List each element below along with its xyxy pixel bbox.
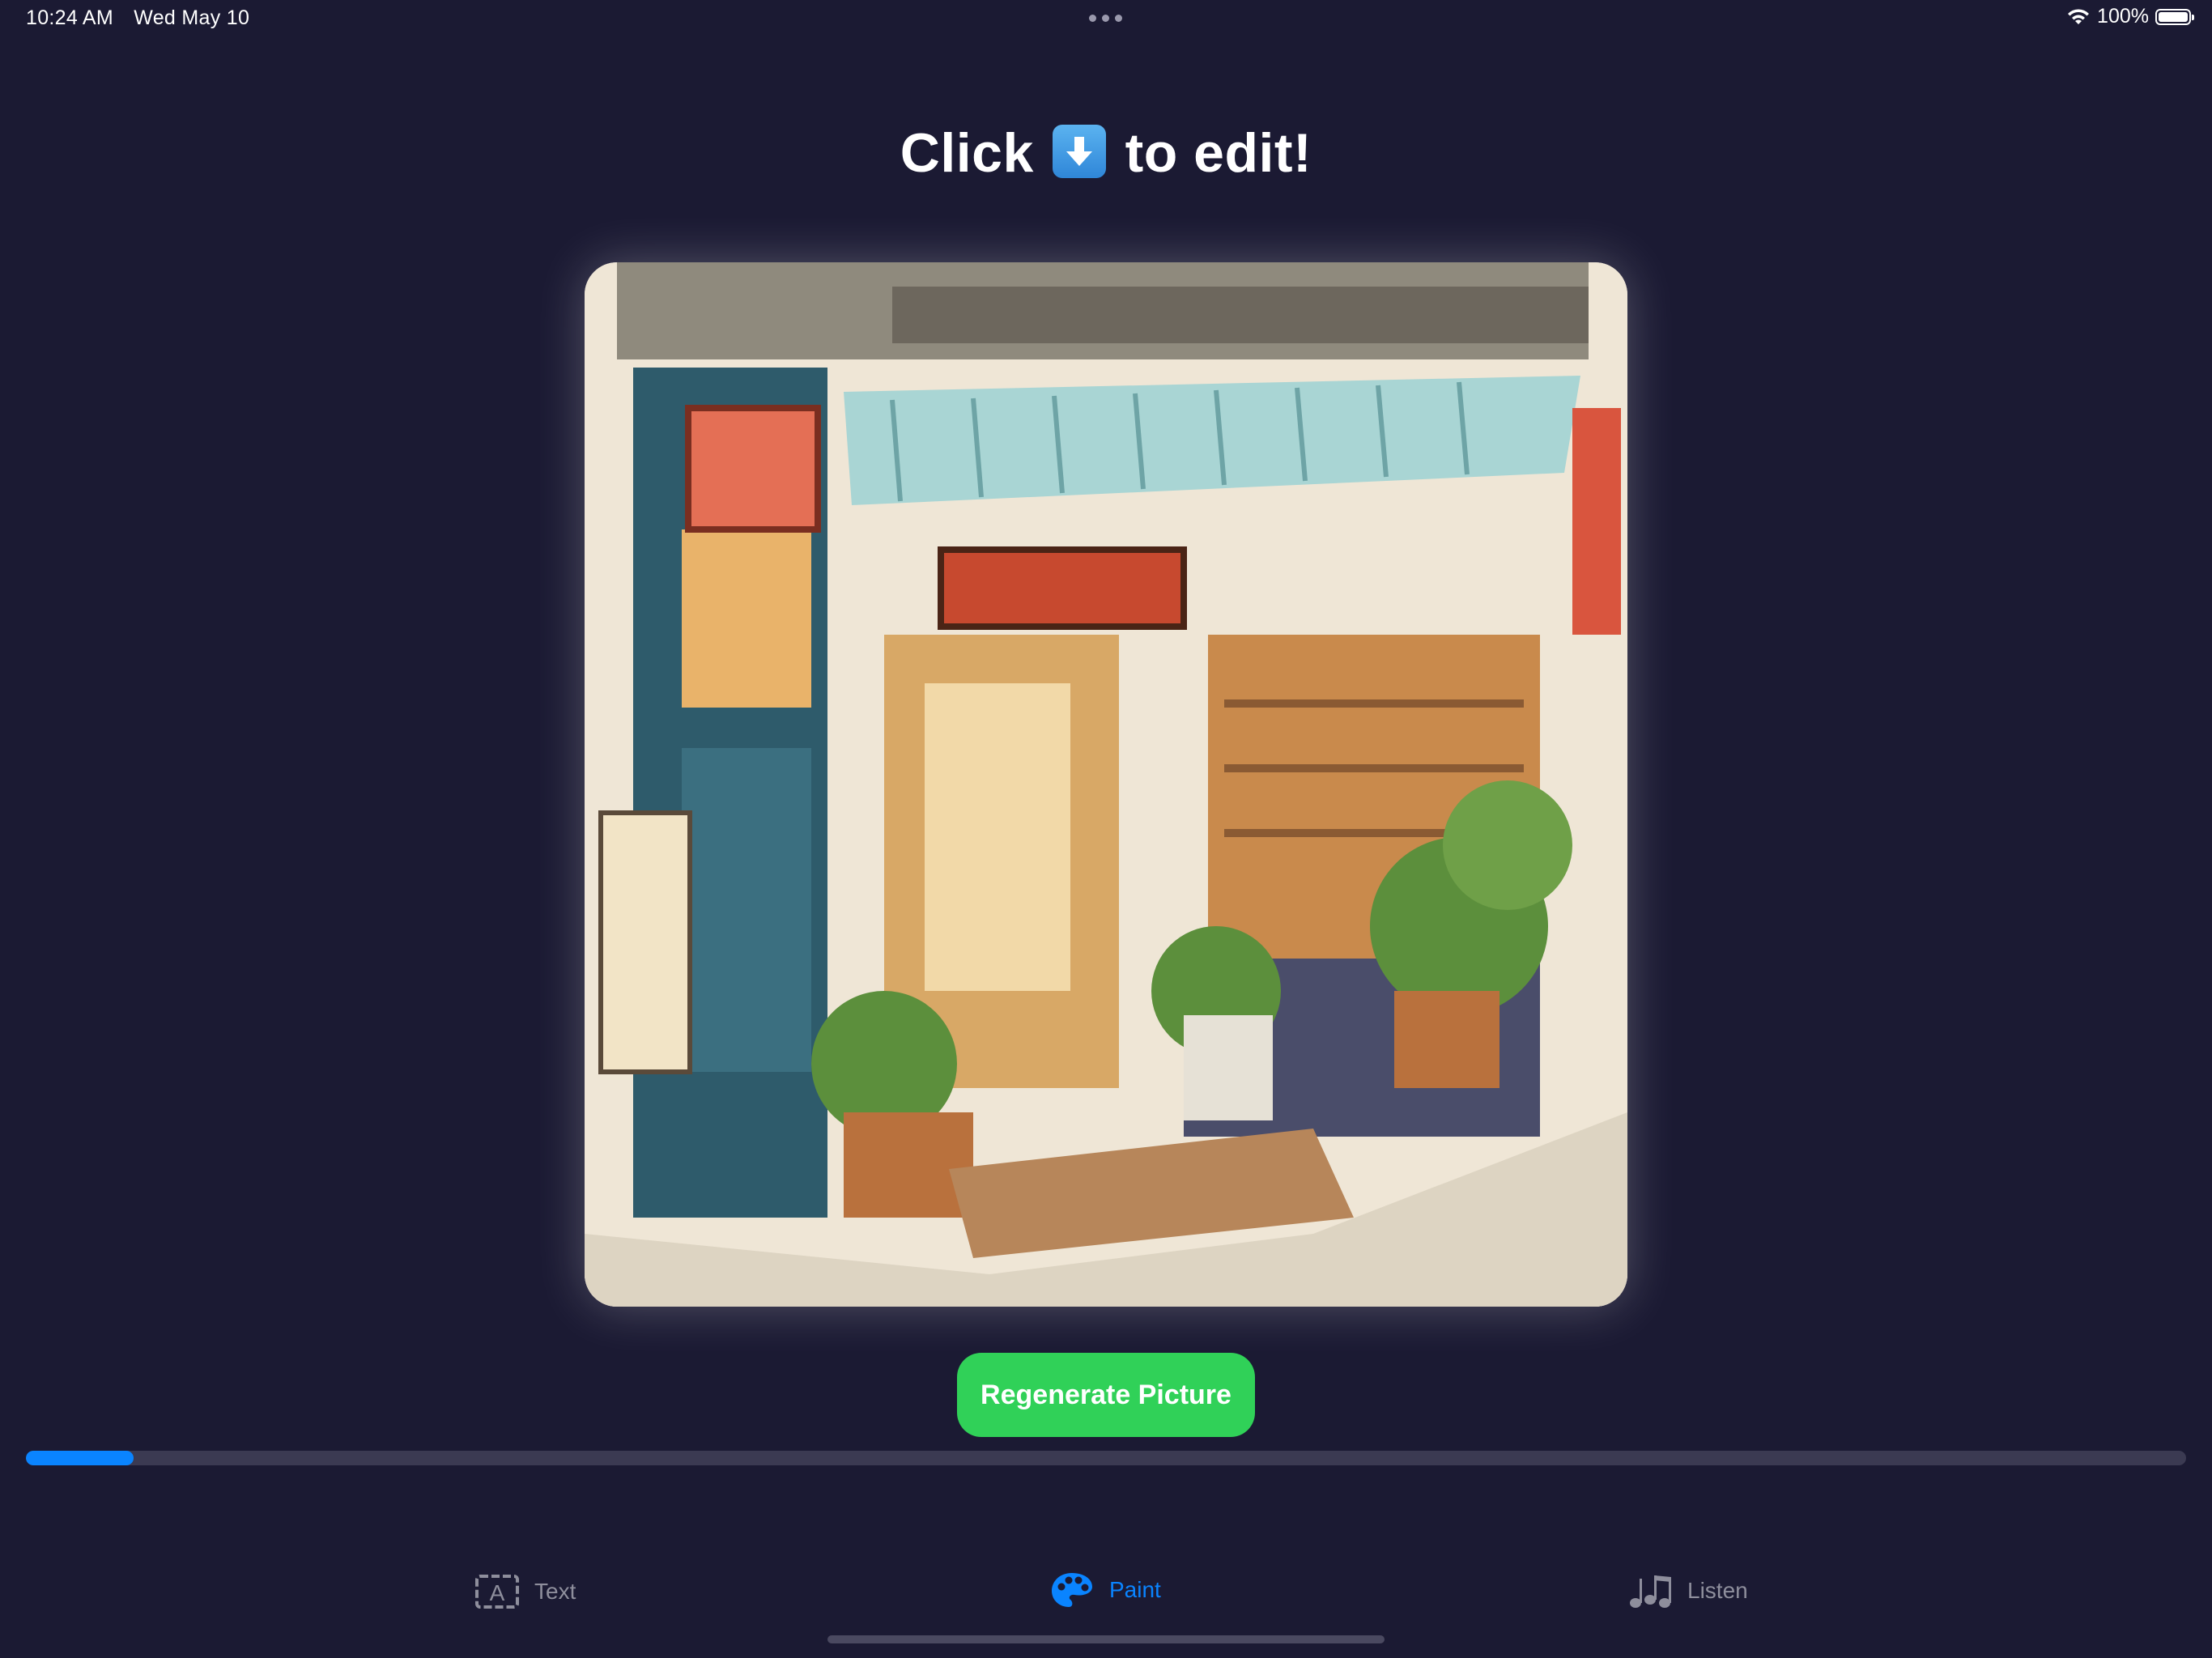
status-indicators: 100% bbox=[2066, 5, 2194, 28]
music-notes-icon bbox=[1630, 1575, 1671, 1608]
progress-fill bbox=[26, 1451, 134, 1465]
title-prefix: Click bbox=[900, 122, 1034, 184]
status-time: 10:24 AM bbox=[26, 6, 114, 29]
wifi-icon bbox=[2068, 8, 2090, 24]
generated-picture[interactable] bbox=[585, 262, 1627, 1307]
tab-bar: A Text Paint Listen bbox=[0, 1562, 2212, 1627]
shop-illustration bbox=[585, 262, 1627, 1307]
tab-text[interactable]: A Text bbox=[474, 1574, 576, 1609]
text-box-icon: A bbox=[475, 1575, 519, 1609]
title-suffix: to edit! bbox=[1125, 122, 1312, 184]
svg-text:A: A bbox=[490, 1580, 505, 1605]
home-indicator[interactable] bbox=[827, 1635, 1385, 1643]
status-date: Wed May 10 bbox=[134, 6, 250, 29]
palette-icon bbox=[1052, 1573, 1092, 1607]
status-bar: 10:24 AM Wed May 10 100% bbox=[0, 0, 2212, 40]
page-title: Click to edit! bbox=[0, 121, 2212, 185]
tab-paint[interactable]: Paint bbox=[1049, 1571, 1161, 1609]
regenerate-picture-button[interactable]: Regenerate Picture bbox=[957, 1353, 1255, 1437]
tab-listen[interactable]: Listen bbox=[1627, 1572, 1748, 1609]
down-arrow-icon bbox=[1053, 125, 1107, 178]
progress-bar bbox=[26, 1451, 2186, 1465]
battery-percent: 100% bbox=[2097, 5, 2149, 28]
multitasking-dots-icon[interactable] bbox=[1089, 15, 1122, 22]
battery-icon bbox=[2155, 8, 2194, 25]
tab-text-label: Text bbox=[534, 1579, 576, 1604]
tab-paint-label: Paint bbox=[1109, 1577, 1161, 1602]
status-datetime: 10:24 AM Wed May 10 bbox=[26, 6, 264, 30]
tab-listen-label: Listen bbox=[1687, 1578, 1748, 1603]
